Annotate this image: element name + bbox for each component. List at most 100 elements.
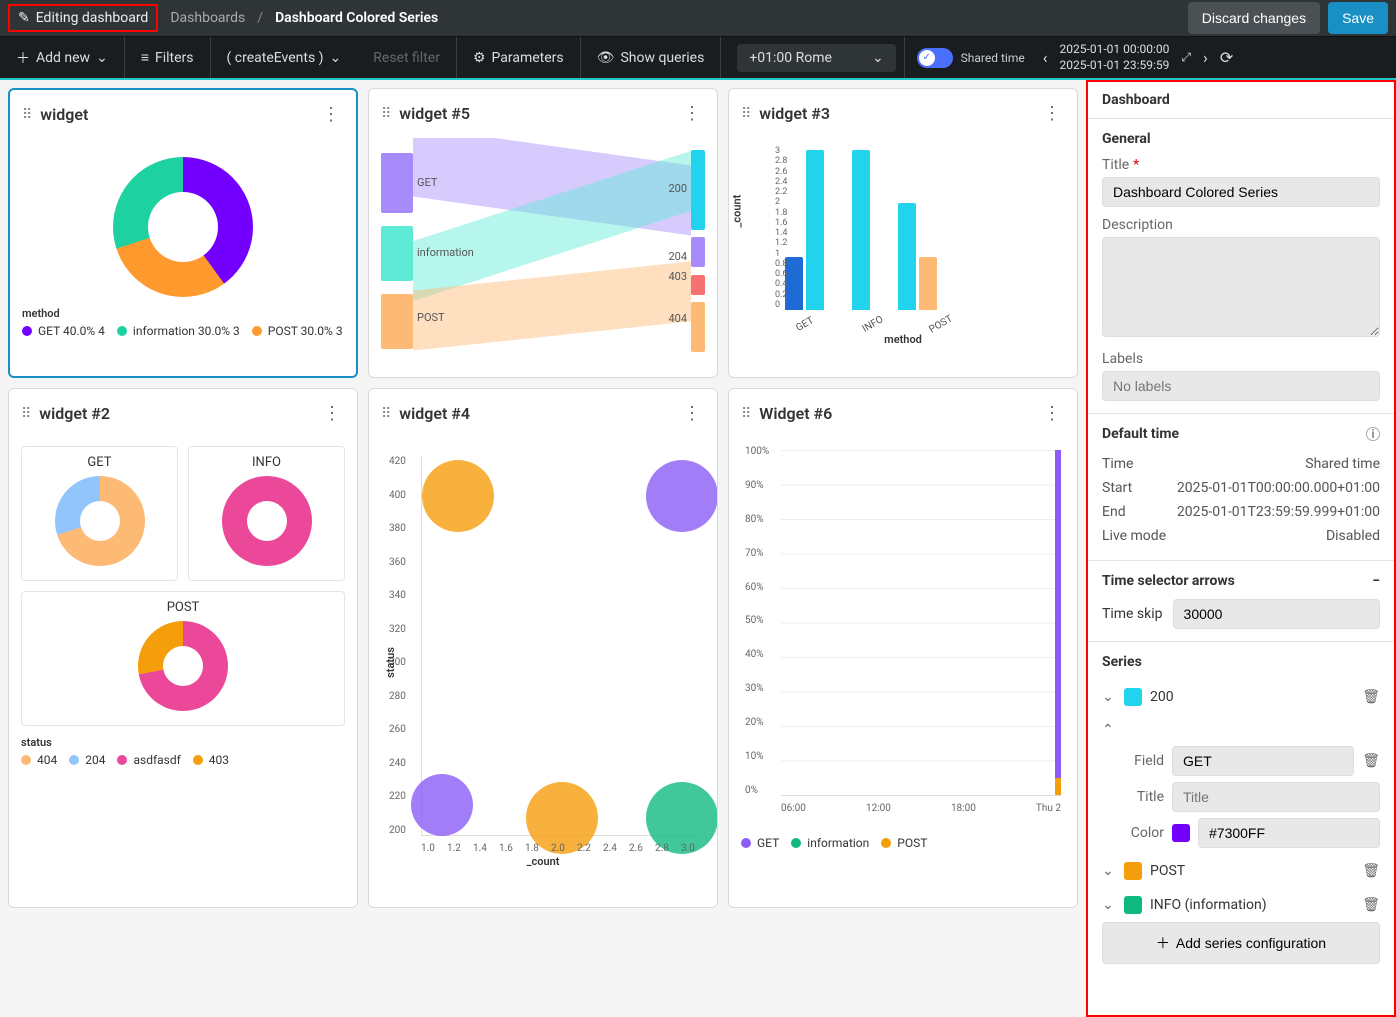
refresh-icon[interactable]: ⟳ <box>1214 48 1239 67</box>
series-detail: Field 🗑 Title Color <box>1102 746 1380 848</box>
drag-handle-icon[interactable]: ⠿ <box>741 406 751 422</box>
legend: GET 40.0% 4 information 30.0% 3 POST 30.… <box>22 324 344 338</box>
description-input[interactable] <box>1102 237 1380 337</box>
widget-menu-button[interactable]: ⋮ <box>1039 399 1065 428</box>
sidebar-header: Dashboard <box>1088 82 1394 119</box>
series-color-input[interactable] <box>1198 818 1380 848</box>
series-row[interactable]: ⌄ INFO (information) 🗑 <box>1102 888 1380 922</box>
collapse-icon[interactable]: − <box>1372 573 1380 589</box>
drag-handle-icon[interactable]: ⠿ <box>22 107 32 123</box>
section-time-selector: Time selector arrows − Time skip <box>1088 561 1394 642</box>
series-title-input[interactable] <box>1172 782 1380 812</box>
series-row[interactable]: ⌃ <box>1102 714 1380 746</box>
drag-handle-icon[interactable]: ⠿ <box>741 106 751 122</box>
donut-chart <box>113 157 253 297</box>
gear-icon: ⚙ <box>473 50 486 66</box>
breadcrumb-root[interactable]: Dashboards <box>170 10 245 26</box>
trash-icon[interactable]: 🗑 <box>1362 863 1380 879</box>
section-series: Series ⌄ 200 🗑 ⌃ Field 🗑 Title <box>1088 642 1394 976</box>
color-swatch <box>1124 862 1142 880</box>
filter-chip-create-events[interactable]: ( createEvents ) ⌄ <box>211 37 358 78</box>
color-swatch <box>1124 896 1142 914</box>
series-field-input[interactable] <box>1172 746 1354 776</box>
scatter-chart: 420400380360340320300280260240220200 sta… <box>381 446 705 866</box>
series-row[interactable]: ⌄ POST 🗑 <box>1102 854 1380 888</box>
eye-icon: 👁 <box>597 50 615 66</box>
widget-menu-button[interactable]: ⋮ <box>679 99 705 128</box>
area-chart: 100%90%80%70%60%50%40%30%20%10%0% 06:001… <box>741 446 1065 826</box>
chevron-down-icon[interactable]: ⌄ <box>1102 863 1116 879</box>
save-button[interactable]: Save <box>1328 2 1388 34</box>
bar-chart: _count 00.20.40.60.811.21.41.61.822.22.4… <box>741 146 1065 336</box>
time-prev-button[interactable]: ‹ <box>1037 48 1054 67</box>
mini-donut-panel: INFO <box>188 446 345 581</box>
chevron-down-icon: ⌄ <box>872 50 884 66</box>
widget-card[interactable]: ⠿ widget #5 ⋮ <box>368 88 718 378</box>
widget-card[interactable]: ⠿ widget ⋮ method GET 40.0% 4 informatio… <box>8 88 358 378</box>
plus-icon: ＋ <box>1156 933 1170 953</box>
time-range-display[interactable]: 2025-01-01 00:00:00 2025-01-01 23:59:59 <box>1054 37 1176 78</box>
color-swatch[interactable] <box>1172 824 1190 842</box>
labels-input[interactable] <box>1102 371 1380 401</box>
title-input[interactable] <box>1102 177 1380 207</box>
widget-menu-button[interactable]: ⋮ <box>319 399 345 428</box>
trash-icon[interactable]: 🗑 <box>1362 689 1380 705</box>
breadcrumb-sep: / <box>257 10 263 26</box>
discard-changes-button[interactable]: Discard changes <box>1188 2 1320 34</box>
check-icon: ✓ <box>919 50 935 66</box>
plus-icon: ＋ <box>16 48 30 68</box>
main: ⠿ widget ⋮ method GET 40.0% 4 informatio… <box>0 80 1396 1017</box>
section-default-time: Default time i TimeShared time Start2025… <box>1088 414 1394 561</box>
mini-donut-panel: POST <box>21 591 345 726</box>
time-skip-input[interactable] <box>1173 599 1380 629</box>
chevron-down-icon[interactable]: ⌄ <box>1102 897 1116 913</box>
mini-donut-panel: GET <box>21 446 178 581</box>
add-new-button[interactable]: ＋ Add new ⌄ <box>0 37 125 78</box>
series-row[interactable]: ⌄ 200 🗑 <box>1102 680 1380 714</box>
section-general: General Title* Description Labels <box>1088 119 1394 414</box>
widget-title: Widget #6 <box>759 404 832 423</box>
parameters-button[interactable]: ⚙ Parameters <box>457 37 581 78</box>
widget-title: widget #5 <box>399 104 470 123</box>
reset-filter-button[interactable]: Reset filter <box>357 37 457 78</box>
shared-time-toggle[interactable]: ✓ Shared time <box>905 37 1037 78</box>
trash-icon[interactable]: 🗑 <box>1362 753 1380 769</box>
legend-title: method <box>22 307 344 320</box>
editing-dashboard-badge: ✎ Editing dashboard <box>8 4 158 32</box>
time-expand-button[interactable]: ⤢ <box>1175 50 1197 65</box>
pencil-icon: ✎ <box>18 10 30 26</box>
dashboard-canvas: ⠿ widget ⋮ method GET 40.0% 4 informatio… <box>0 80 1086 1017</box>
widget-title: widget <box>40 105 88 124</box>
widget-title: widget #3 <box>759 104 830 123</box>
widget-menu-button[interactable]: ⋮ <box>679 399 705 428</box>
breadcrumb: Dashboards / Dashboard Colored Series <box>170 10 438 26</box>
drag-handle-icon[interactable]: ⠿ <box>381 106 391 122</box>
chevron-up-icon[interactable]: ⌃ <box>1102 722 1116 738</box>
widget-menu-button[interactable]: ⋮ <box>318 100 344 129</box>
timezone-select[interactable]: +01:00 Rome ⌄ <box>721 37 904 78</box>
topbar: ✎ Editing dashboard Dashboards / Dashboa… <box>0 0 1396 36</box>
chevron-down-icon[interactable]: ⌄ <box>1102 689 1116 705</box>
breadcrumb-current: Dashboard Colored Series <box>275 10 438 26</box>
widget-title: widget #2 <box>39 404 110 423</box>
time-next-button[interactable]: › <box>1197 48 1214 67</box>
editing-label: Editing dashboard <box>36 10 149 26</box>
properties-sidebar: Dashboard General Title* Description Lab… <box>1086 80 1396 1017</box>
filters-button[interactable]: ≡ Filters <box>125 37 211 78</box>
drag-handle-icon[interactable]: ⠿ <box>21 406 31 422</box>
trash-icon[interactable]: 🗑 <box>1362 897 1380 913</box>
info-icon[interactable]: i <box>1366 427 1380 441</box>
show-queries-button[interactable]: 👁 Show queries <box>581 37 722 78</box>
color-swatch <box>1124 688 1142 706</box>
widget-card[interactable]: ⠿ widget #4 ⋮ 42040038036034032030028026… <box>368 388 718 908</box>
chevron-down-icon: ⌄ <box>330 50 342 66</box>
widget-card[interactable]: ⠿ widget #3 ⋮ _count 00.20.40.60.811.21.… <box>728 88 1078 378</box>
sankey-chart: GET information POST 200 204 403 404 <box>381 146 705 356</box>
toolbar: ＋ Add new ⌄ ≡ Filters ( createEvents ) ⌄… <box>0 36 1396 80</box>
widget-card[interactable]: ⠿ Widget #6 ⋮ 100%90%80%70%60%50%40%30%2… <box>728 388 1078 908</box>
widget-menu-button[interactable]: ⋮ <box>1039 99 1065 128</box>
filter-icon: ≡ <box>141 49 149 66</box>
drag-handle-icon[interactable]: ⠿ <box>381 406 391 422</box>
widget-card[interactable]: ⠿ widget #2 ⋮ GET INFO POST <box>8 388 358 908</box>
add-series-button[interactable]: ＋ Add series configuration <box>1102 922 1380 964</box>
